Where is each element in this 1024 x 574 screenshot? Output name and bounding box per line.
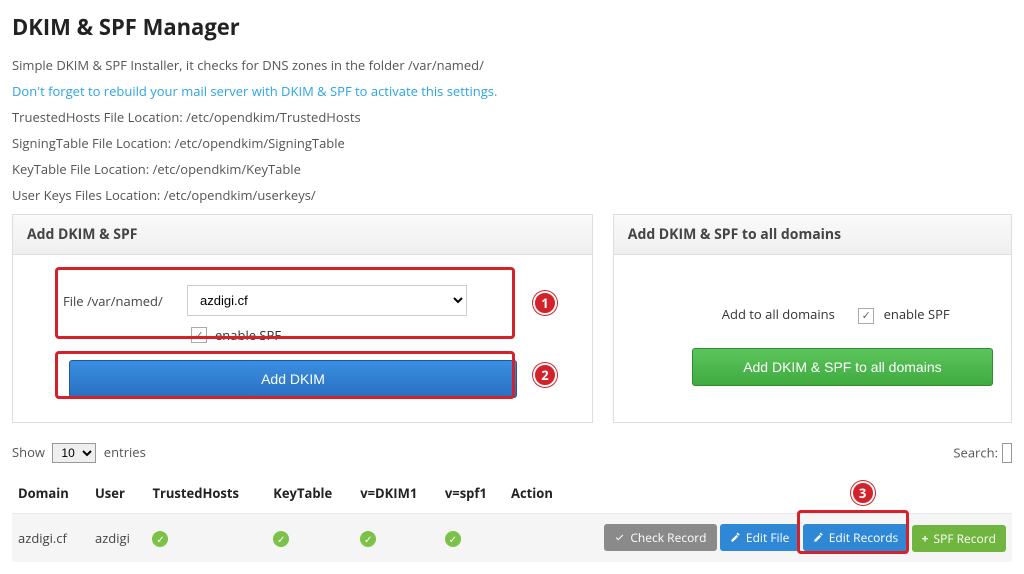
trusted-hosts-path: TruestedHosts File Location: /etc/opendk… (12, 108, 1012, 126)
add-dkim-button[interactable]: Add DKIM (69, 360, 517, 398)
intro-block: Simple DKIM & SPF Installer, it checks f… (12, 56, 1012, 204)
userkeys-path: User Keys Files Location: /etc/opendkim/… (12, 186, 1012, 204)
edit-records-button[interactable]: Edit Records (803, 524, 909, 551)
annotation-badge-3: 3 (851, 481, 875, 505)
panel-all-title: Add DKIM & SPF to all domains (614, 215, 1011, 255)
pencil-icon (813, 532, 824, 543)
panel-add-all: Add DKIM & SPF to all domains Add to all… (613, 214, 1012, 423)
keytable-path: KeyTable File Location: /etc/opendkim/Ke… (12, 160, 1012, 178)
rebuild-link[interactable]: Don't forget to rebuild your mail server… (12, 82, 497, 100)
panel-add-title: Add DKIM & SPF (13, 215, 592, 255)
search-label: Search: (953, 444, 998, 462)
enable-spf-all-checkbox[interactable]: ✓ (858, 308, 874, 324)
search-input[interactable] (1002, 443, 1012, 463)
table-row: azdigi.cf azdigi ✓ ✓ ✓ ✓ Check Record Ed… (12, 514, 1012, 563)
spf-record-button[interactable]: + SPF Record (912, 525, 1006, 552)
check-record-button[interactable]: Check Record (604, 524, 716, 551)
col-domain[interactable]: Domain (12, 473, 89, 514)
domain-select[interactable]: azdigi.cf (187, 285, 467, 316)
cell-domain: azdigi.cf (12, 514, 89, 563)
col-user[interactable]: User (89, 473, 146, 514)
annotation-badge-2: 2 (533, 363, 557, 387)
show-label: Show (12, 443, 45, 461)
col-trusted[interactable]: TrustedHosts (146, 473, 267, 514)
col-spf[interactable]: v=spf1 (439, 473, 505, 514)
check-icon (614, 532, 625, 543)
search-control: Search: (953, 443, 1012, 463)
panel-add-dkim: Add DKIM & SPF 1 File /var/named/ azdigi… (12, 214, 593, 423)
check-icon: ✓ (360, 531, 376, 547)
intro-line: Simple DKIM & SPF Installer, it checks f… (12, 56, 1012, 74)
add-all-button[interactable]: Add DKIM & SPF to all domains (692, 348, 993, 386)
enable-spf-label: enable SPF (215, 326, 281, 344)
domains-table: Domain User TrustedHosts KeyTable v=DKIM… (12, 473, 1012, 562)
enable-spf-checkbox[interactable]: ✓ (191, 327, 207, 343)
check-icon: ✓ (152, 531, 168, 547)
add-all-label: Add to all domains (722, 305, 835, 323)
cell-user: azdigi (89, 514, 146, 563)
entries-label: entries (104, 443, 146, 461)
col-action[interactable]: Action (505, 473, 773, 514)
plus-icon: + (922, 530, 929, 547)
page-title: DKIM & SPF Manager (12, 12, 1012, 42)
annotation-badge-1: 1 (533, 291, 557, 315)
file-path-label: File /var/named/ (63, 292, 173, 310)
col-dkim[interactable]: v=DKIM1 (354, 473, 439, 514)
signing-table-path: SigningTable File Location: /etc/opendki… (12, 134, 1012, 152)
enable-spf-all-label: enable SPF (884, 305, 950, 323)
entries-select[interactable]: 10 (52, 443, 96, 463)
edit-file-button[interactable]: Edit File (720, 524, 799, 551)
pencil-icon (730, 532, 741, 543)
check-icon: ✓ (273, 531, 289, 547)
check-icon: ✓ (445, 531, 461, 547)
entries-control: Show 10 entries (12, 443, 146, 463)
col-keytable[interactable]: KeyTable (267, 473, 354, 514)
